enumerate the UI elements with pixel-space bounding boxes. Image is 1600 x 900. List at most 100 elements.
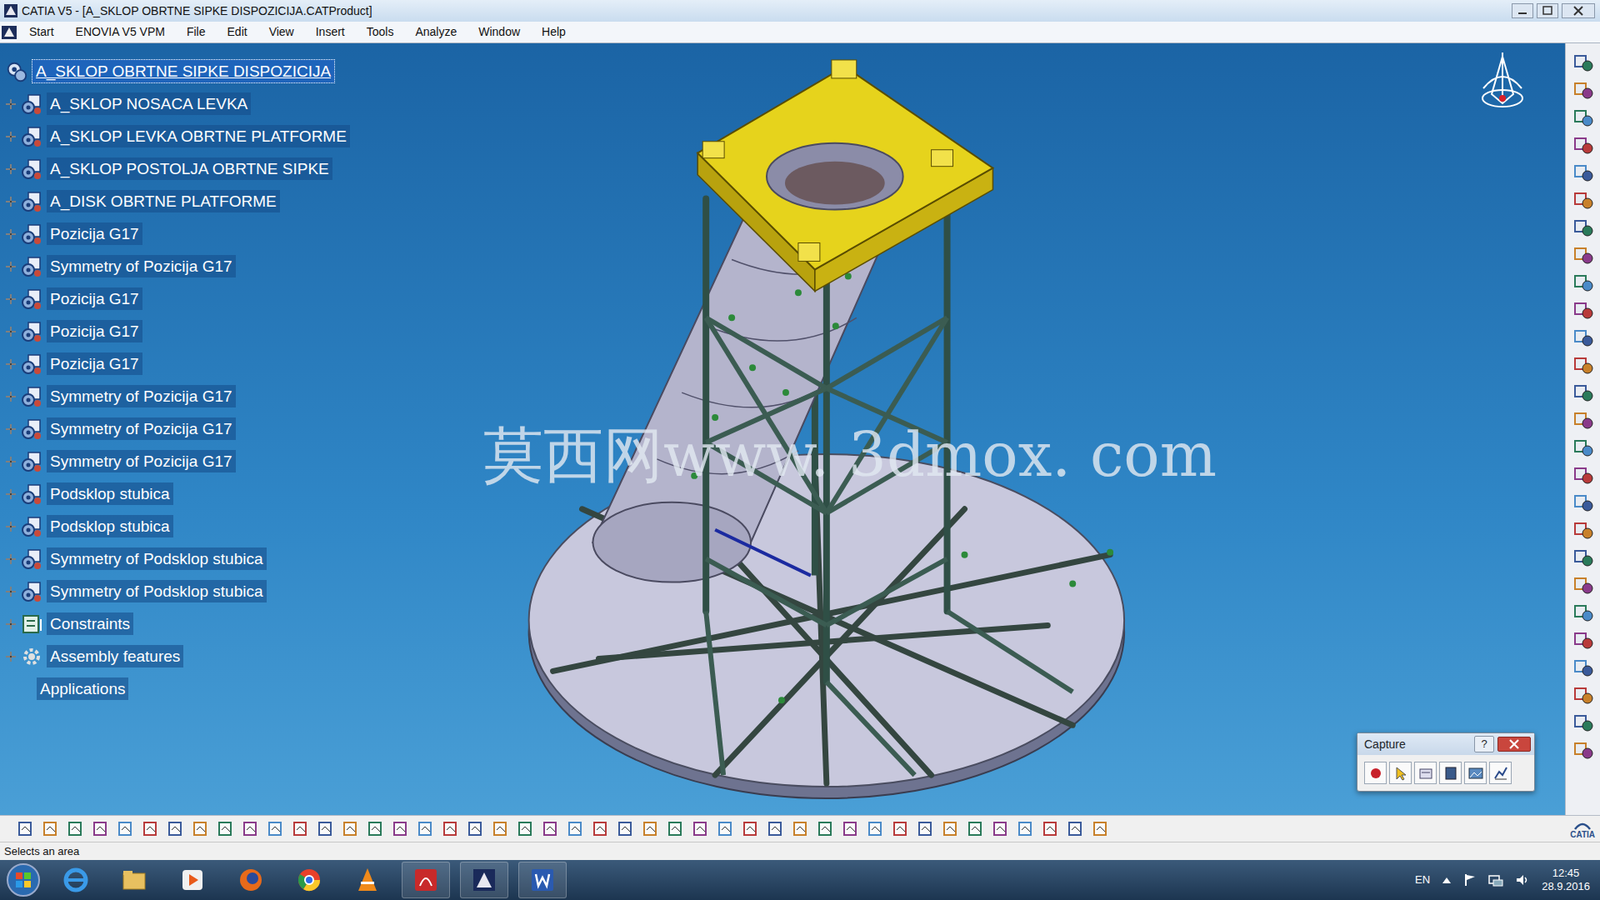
taskbar-app[interactable] bbox=[51, 861, 100, 899]
tool-icon[interactable] bbox=[1572, 381, 1595, 404]
tool-icon[interactable] bbox=[1041, 820, 1060, 839]
clock[interactable]: 12:4528.9.2016 bbox=[1541, 866, 1590, 895]
tree-item-label[interactable]: A_SKLOP NOSACA LEVKA bbox=[46, 92, 251, 115]
tree-item-label[interactable]: Pozicija G17 bbox=[46, 287, 143, 310]
tree-item[interactable]: A_DISK OBRTNE PLATFORME bbox=[5, 185, 350, 218]
tool-icon[interactable] bbox=[741, 820, 760, 839]
document-icon[interactable] bbox=[0, 24, 19, 41]
tool-icon[interactable] bbox=[291, 820, 310, 839]
taskbar-app[interactable] bbox=[401, 861, 450, 899]
menu-item[interactable]: ENOVIA V5 VPM bbox=[65, 21, 176, 43]
tool-icon[interactable] bbox=[916, 820, 935, 839]
tool-icon[interactable] bbox=[341, 820, 360, 839]
tree-item-label[interactable]: Symmetry of Pozicija G17 bbox=[46, 417, 236, 440]
tool-icon[interactable] bbox=[416, 820, 435, 839]
tree-item-label[interactable]: Symmetry of Pozicija G17 bbox=[46, 255, 236, 278]
tool-icon[interactable] bbox=[1572, 546, 1595, 569]
tool-icon[interactable] bbox=[391, 820, 410, 839]
tool-icon[interactable] bbox=[716, 820, 735, 839]
tool-icon[interactable] bbox=[541, 820, 560, 839]
tool-icon[interactable] bbox=[1572, 299, 1595, 321]
tool-icon[interactable] bbox=[1572, 629, 1595, 651]
tree-item-label[interactable]: A_SKLOP LEVKA OBRTNE PLATFORME bbox=[46, 125, 350, 148]
menu-item[interactable]: View bbox=[258, 21, 305, 43]
tool-icon[interactable] bbox=[591, 820, 610, 839]
tool-icon[interactable] bbox=[1572, 574, 1595, 596]
tree-item[interactable]: Symmetry of Pozicija G17 bbox=[5, 412, 350, 445]
tool-icon[interactable] bbox=[41, 820, 60, 839]
menu-item[interactable]: Window bbox=[467, 21, 531, 43]
3d-viewport[interactable]: A_SKLOP OBRTNE SIPKE DISPOZICIJA A_SKLOP … bbox=[0, 43, 1565, 815]
tool-icon[interactable] bbox=[141, 820, 160, 839]
tool-icon[interactable] bbox=[466, 820, 485, 839]
tool-icon[interactable] bbox=[441, 820, 460, 839]
compass-icon[interactable] bbox=[1473, 48, 1532, 124]
tool-icon[interactable] bbox=[66, 820, 85, 839]
tool-icon[interactable] bbox=[116, 820, 135, 839]
tool-icon[interactable] bbox=[216, 820, 235, 839]
start-icon[interactable] bbox=[5, 861, 42, 899]
expand-icon[interactable] bbox=[5, 130, 17, 143]
tool-icon[interactable] bbox=[791, 820, 810, 839]
capture-tool-button[interactable] bbox=[1364, 761, 1387, 785]
tree-item-label[interactable]: Podsklop stubica bbox=[46, 482, 174, 505]
tree-item-label[interactable]: Podsklop stubica bbox=[46, 515, 174, 538]
tree-item[interactable]: A_SKLOP POSTOLJA OBRTNE SIPKE bbox=[5, 152, 350, 185]
expand-icon[interactable] bbox=[5, 390, 17, 403]
expand-icon[interactable] bbox=[5, 650, 17, 663]
menu-item[interactable]: File bbox=[175, 21, 217, 43]
taskbar-app[interactable] bbox=[110, 861, 159, 899]
expand-icon[interactable] bbox=[5, 195, 17, 208]
tool-icon[interactable] bbox=[1572, 106, 1595, 129]
tool-icon[interactable] bbox=[866, 820, 885, 839]
tool-icon[interactable] bbox=[1572, 161, 1595, 184]
taskbar-app[interactable] bbox=[460, 861, 509, 899]
capture-tool-button[interactable] bbox=[1389, 761, 1412, 785]
tree-item-label[interactable]: Applications bbox=[36, 677, 129, 700]
tool-icon[interactable] bbox=[1572, 601, 1595, 624]
expand-icon[interactable] bbox=[5, 325, 17, 338]
expand-icon[interactable] bbox=[5, 293, 17, 305]
expand-icon[interactable] bbox=[5, 618, 17, 630]
tree-item[interactable]: A_SKLOP LEVKA OBRTNE PLATFORME bbox=[5, 120, 350, 153]
tool-icon[interactable] bbox=[1572, 326, 1595, 349]
tree-item[interactable]: Pozicija G17 bbox=[5, 347, 350, 380]
tool-icon[interactable] bbox=[1572, 739, 1595, 761]
tool-icon[interactable] bbox=[1572, 409, 1595, 431]
tree-item[interactable]: Pozicija G17 bbox=[5, 217, 350, 250]
tree-item[interactable]: Symmetry of Pozicija G17 bbox=[5, 380, 350, 413]
speaker-icon[interactable] bbox=[1515, 873, 1530, 887]
tree-item-label[interactable]: Symmetry of Podsklop stubica bbox=[46, 547, 267, 570]
tree-item-label[interactable]: Symmetry of Podsklop stubica bbox=[46, 580, 267, 603]
capture-tool-button[interactable] bbox=[1464, 761, 1487, 785]
menu-item[interactable]: Insert bbox=[305, 21, 356, 43]
tool-icon[interactable] bbox=[366, 820, 385, 839]
expand-icon[interactable] bbox=[5, 163, 17, 175]
tool-icon[interactable] bbox=[1572, 271, 1595, 294]
menu-item[interactable]: Edit bbox=[216, 21, 259, 43]
tool-icon[interactable] bbox=[491, 820, 510, 839]
expand-icon[interactable] bbox=[5, 228, 17, 240]
tree-item-label[interactable]: Pozicija G17 bbox=[46, 222, 143, 245]
tree-item[interactable]: Symmetry of Pozicija G17 bbox=[5, 445, 350, 478]
tree-item[interactable]: Pozicija G17 bbox=[5, 282, 350, 315]
tree-root[interactable]: A_SKLOP OBRTNE SIPKE DISPOZICIJA bbox=[5, 55, 350, 88]
tree-item[interactable]: Assembly features bbox=[5, 640, 350, 673]
tree-item-label[interactable]: Pozicija G17 bbox=[46, 352, 143, 375]
tool-icon[interactable] bbox=[1572, 244, 1595, 266]
tree-item[interactable]: Symmetry of Pozicija G17 bbox=[5, 250, 350, 283]
tool-icon[interactable] bbox=[1572, 354, 1595, 376]
language-indicator[interactable]: EN bbox=[1415, 871, 1430, 889]
tool-icon[interactable] bbox=[941, 820, 960, 839]
maximize-icon[interactable] bbox=[1536, 3, 1559, 19]
tool-icon[interactable] bbox=[316, 820, 335, 839]
taskbar-app[interactable] bbox=[518, 861, 567, 899]
tool-icon[interactable] bbox=[1572, 436, 1595, 459]
tool-icon[interactable] bbox=[691, 820, 710, 839]
tree-item-label[interactable]: A_SKLOP POSTOLJA OBRTNE SIPKE bbox=[46, 157, 333, 180]
show-hidden-icon[interactable] bbox=[1441, 875, 1452, 885]
tree-item[interactable]: Pozicija G17 bbox=[5, 315, 350, 348]
expand-icon[interactable] bbox=[5, 423, 17, 435]
expand-icon[interactable] bbox=[5, 553, 17, 565]
expand-icon[interactable] bbox=[5, 585, 17, 598]
